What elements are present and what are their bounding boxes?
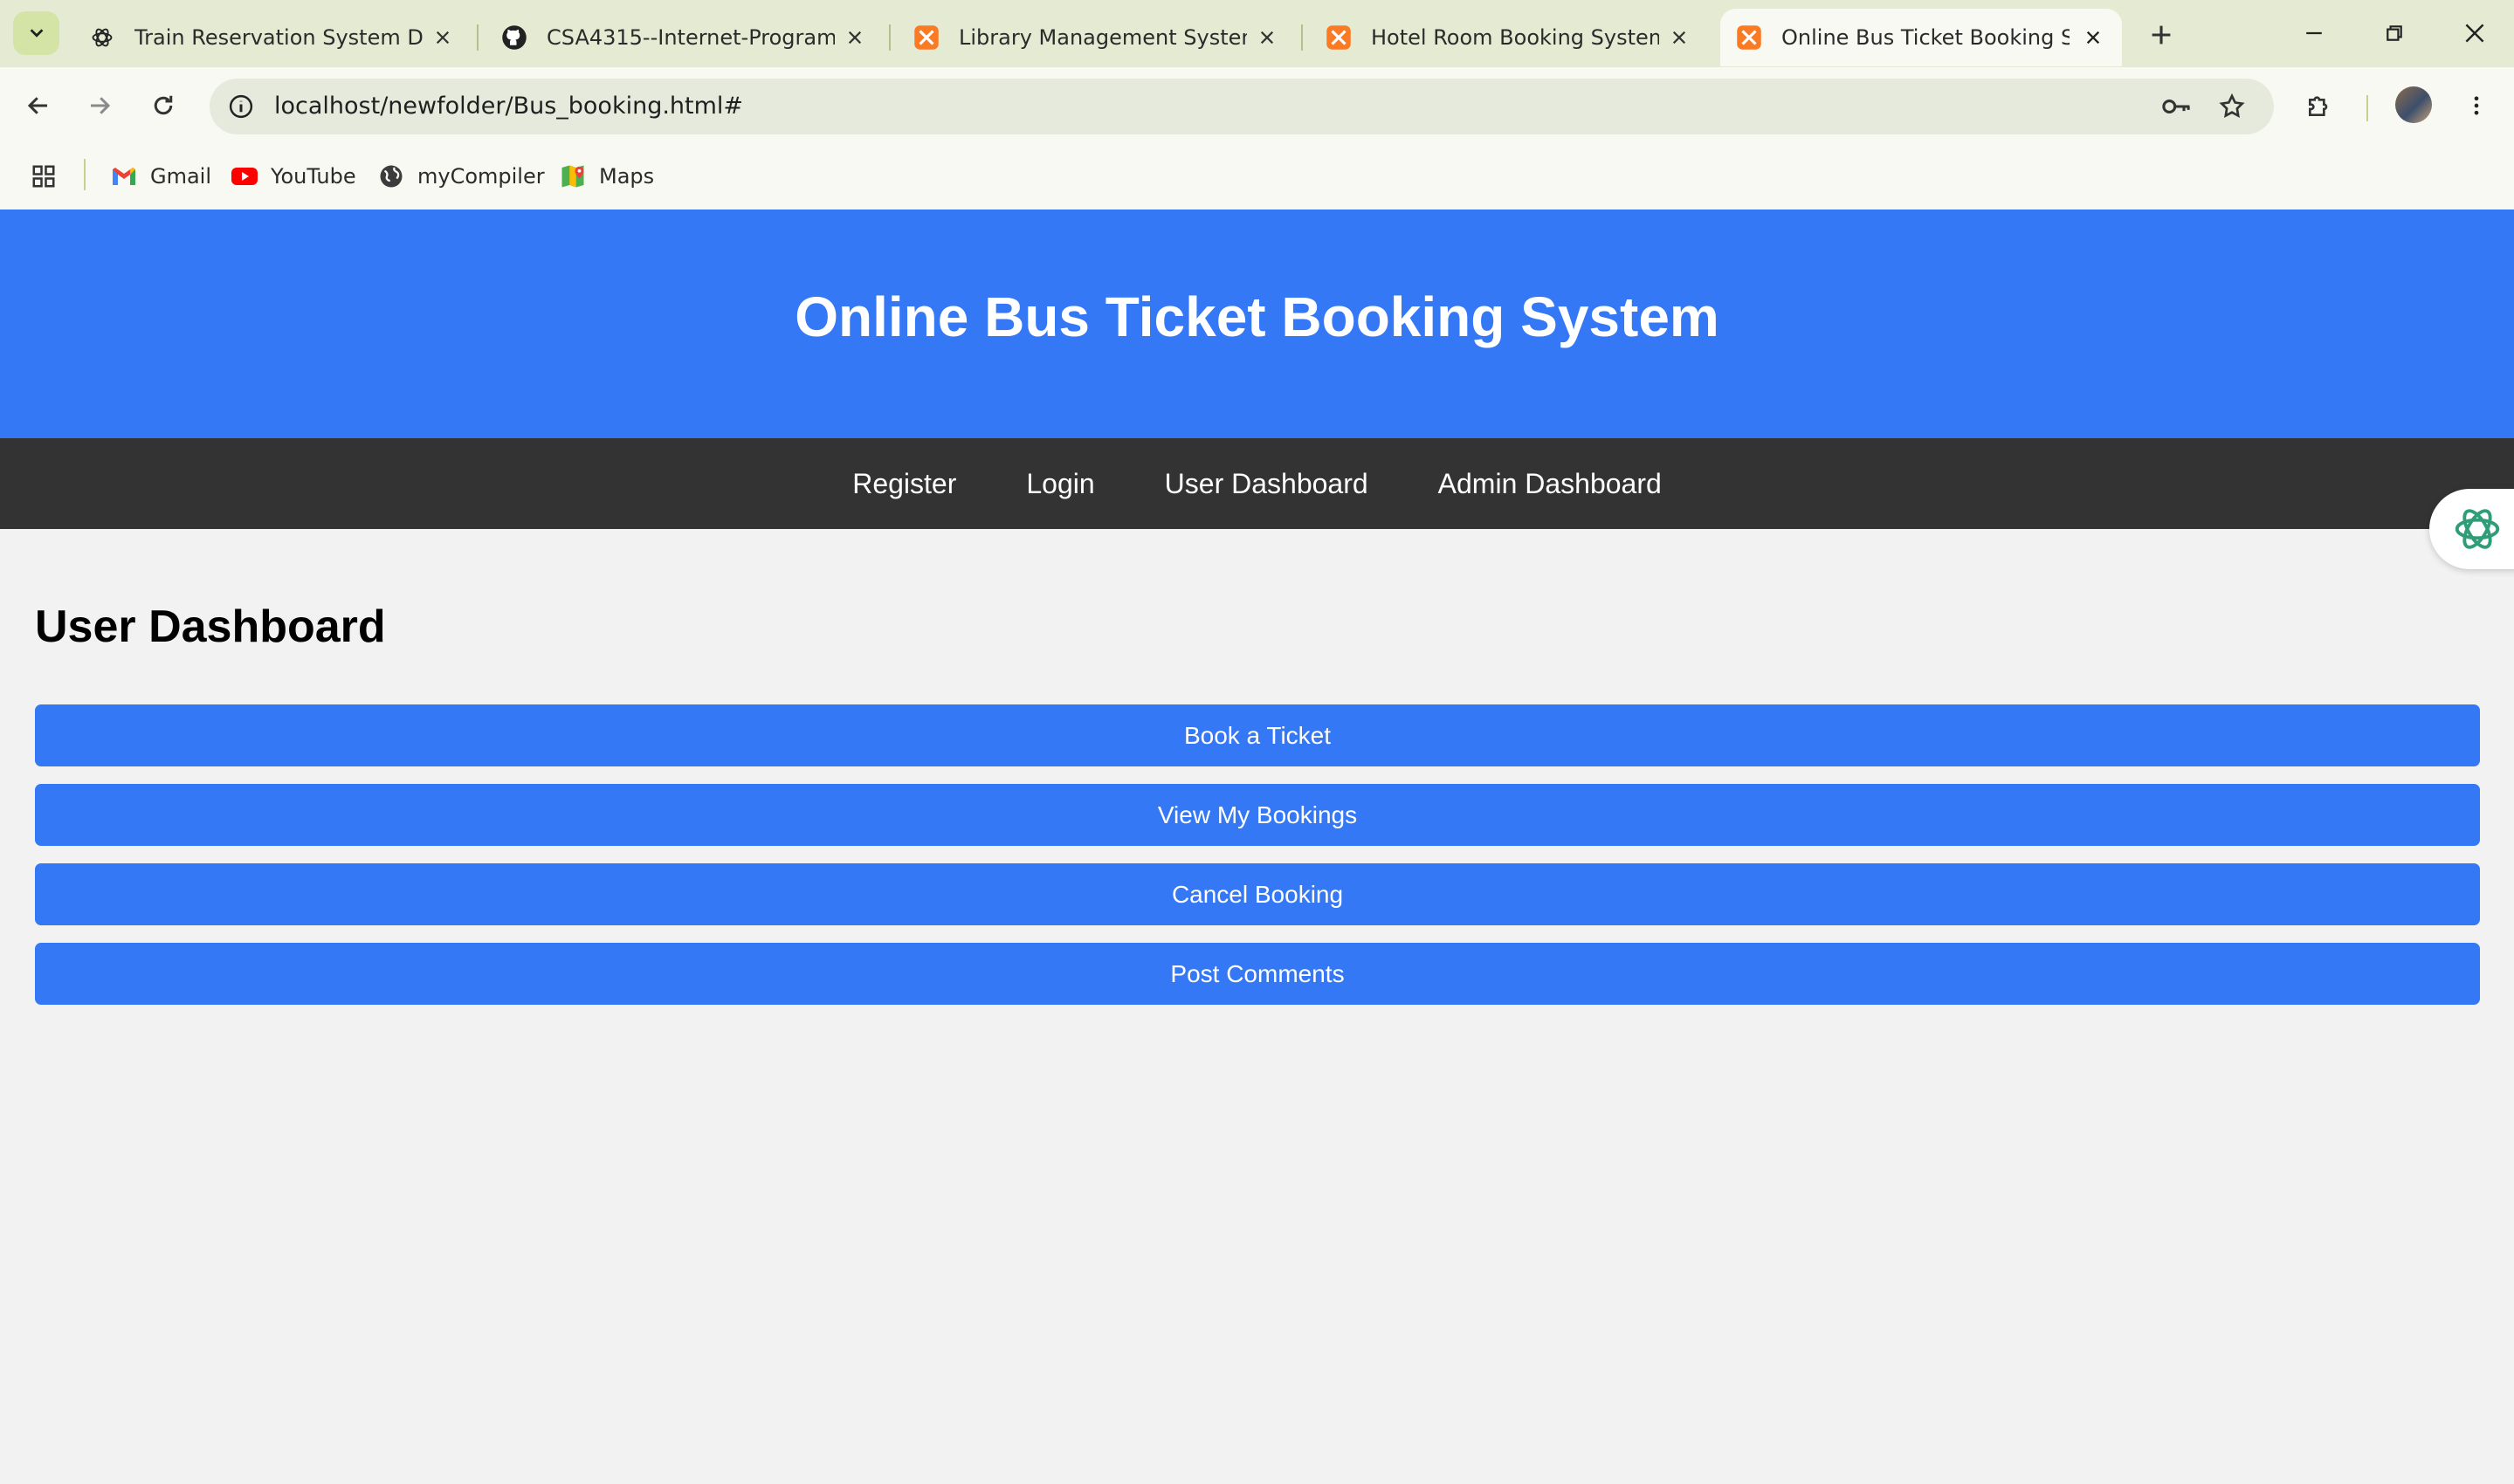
bookmarks-bar: Gmail YouTube myCompiler Maps [0,143,2514,210]
tab-divider [1301,24,1303,51]
tab-github[interactable]: CSA4315--Internet-Programmi [491,9,884,66]
nav-register-link[interactable]: Register [852,468,956,500]
openai-icon [89,24,115,51]
cancel-booking-button[interactable]: Cancel Booking [35,863,2480,925]
apps-grid-icon [30,162,58,190]
url-text[interactable]: localhost/newfolder/Bus_booking.html# [274,93,743,120]
bookmark-label: Gmail [150,164,212,189]
youtube-icon [231,162,258,190]
new-tab-button[interactable] [2144,17,2179,52]
site-info-icon[interactable] [222,87,260,126]
plus-icon [2152,25,2171,45]
gmail-icon [110,162,138,190]
tab-divider [889,24,891,51]
toolbar-divider [2366,95,2368,121]
close-icon [2465,24,2484,43]
tab-train-reservation[interactable]: Train Reservation System Desig [79,9,472,66]
reload-button[interactable] [144,86,183,125]
close-icon[interactable] [2080,24,2106,51]
tab-bus-booking[interactable]: Online Bus Ticket Booking Syst [1720,9,2122,66]
tab-hotel-booking[interactable]: Hotel Room Booking System [1315,9,1708,66]
close-icon[interactable] [430,24,456,51]
arrow-left-icon [27,97,47,114]
tab-strip: Train Reservation System Desig CSA4315--… [0,0,2514,67]
page-title: Online Bus Ticket Booking System [795,285,1719,348]
book-ticket-button[interactable]: Book a Ticket [35,704,2480,766]
apps-button[interactable] [30,159,70,194]
bookmark-gmail[interactable]: Gmail [110,159,211,194]
bookmark-mycompiler[interactable]: myCompiler [377,159,545,194]
maps-icon [559,162,587,190]
close-icon[interactable] [1666,24,1692,51]
tab-title: Hotel Room Booking System [1371,25,1659,50]
main-nav: Register Login User Dashboard Admin Dash… [0,438,2514,529]
github-icon [501,24,527,51]
bookmark-label: Maps [599,164,655,189]
tab-divider [477,24,479,51]
close-icon[interactable] [1254,24,1280,51]
bookmarks-divider [84,159,86,190]
bookmark-star-icon[interactable] [2213,87,2251,126]
tab-title: Train Reservation System Desig [134,25,423,50]
profile-avatar[interactable] [2395,86,2432,123]
tab-title: Online Bus Ticket Booking Syst [1781,25,2070,50]
reload-icon [154,95,173,115]
xampp-icon [913,24,940,51]
tab-title: CSA4315--Internet-Programmi [547,25,835,50]
close-icon[interactable] [842,24,868,51]
view-bookings-button[interactable]: View My Bookings [35,784,2480,846]
xampp-icon [1326,24,1352,51]
back-button[interactable] [19,86,58,125]
chevron-down-icon [30,29,43,38]
puzzle-icon [2309,96,2328,116]
password-key-icon[interactable] [2157,87,2195,126]
section-title: User Dashboard [35,601,386,652]
restore-icon [2387,25,2402,41]
nav-user-dashboard-link[interactable]: User Dashboard [1165,468,1368,500]
globe-icon [377,162,405,190]
more-vertical-icon [2474,96,2479,115]
nav-admin-dashboard-link[interactable]: Admin Dashboard [1438,468,1662,500]
xampp-icon [1736,24,1762,51]
minimize-icon [2306,31,2322,35]
arrow-right-icon [91,97,111,114]
post-comments-button[interactable]: Post Comments [35,943,2480,1005]
bookmark-maps[interactable]: Maps [559,159,654,194]
minimize-button[interactable] [2295,16,2333,51]
bookmark-label: YouTube [271,164,356,189]
assistant-launcher[interactable] [2429,489,2514,569]
tab-search-button[interactable] [13,11,59,55]
site-header: Online Bus Ticket Booking System [0,210,2514,438]
restore-button[interactable] [2375,16,2414,51]
extensions-button[interactable] [2300,86,2338,125]
tab-library-management[interactable]: Library Management System [903,9,1296,66]
browser-menu-button[interactable] [2457,86,2496,125]
openai-icon [2455,509,2500,549]
bookmark-label: myCompiler [417,164,545,189]
tab-title: Library Management System [959,25,1247,50]
browser-toolbar: localhost/newfolder/Bus_booking.html# [0,67,2514,143]
close-window-button[interactable] [2455,16,2494,51]
address-bar[interactable]: localhost/newfolder/Bus_booking.html# [210,79,2274,134]
forward-button[interactable] [80,86,119,125]
nav-login-link[interactable]: Login [1026,468,1094,500]
bookmark-youtube[interactable]: YouTube [231,159,356,194]
